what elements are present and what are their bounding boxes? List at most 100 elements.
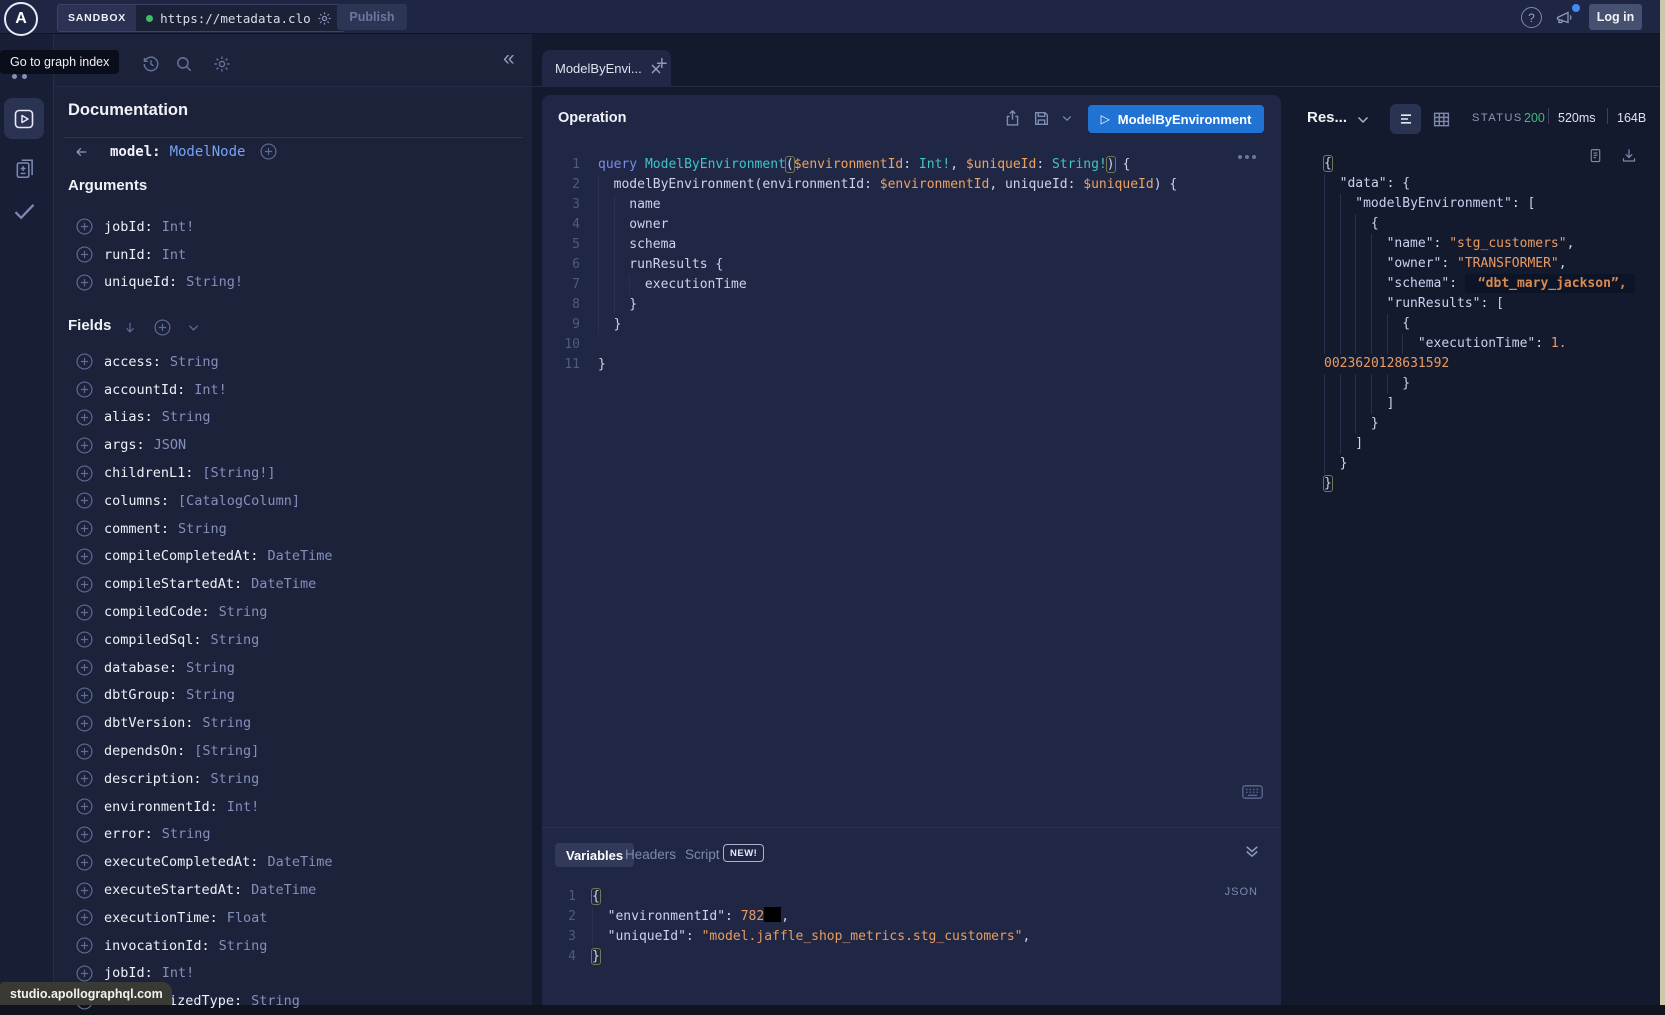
add-to-query-icon[interactable]: [76, 715, 93, 732]
back-arrow-icon[interactable]: [74, 145, 89, 159]
add-to-query-icon[interactable]: [76, 965, 93, 982]
field-type[interactable]: Int!: [194, 382, 227, 398]
keyboard-shortcuts-icon[interactable]: [1242, 785, 1263, 799]
field-type[interactable]: String!: [186, 274, 243, 290]
field-name[interactable]: uniqueId:: [104, 274, 177, 290]
field-type[interactable]: String: [219, 938, 268, 954]
field-name[interactable]: database:: [104, 660, 177, 676]
field-name[interactable]: jobId:: [104, 219, 153, 235]
field-name[interactable]: dependsOn:: [104, 743, 185, 759]
add-to-query-icon[interactable]: [76, 465, 93, 482]
field-name[interactable]: error:: [104, 826, 153, 842]
add-to-query-icon[interactable]: [76, 274, 93, 291]
field-name[interactable]: access:: [104, 354, 161, 370]
add-all-fields-icon[interactable]: [154, 319, 171, 336]
collapse-panel-icon[interactable]: «: [503, 48, 515, 69]
field-type[interactable]: String: [186, 687, 235, 703]
field-type[interactable]: Int!: [227, 799, 260, 815]
operation-editor[interactable]: 1query ModelByEnvironment($environmentId…: [542, 155, 1262, 375]
add-to-query-icon[interactable]: [76, 218, 93, 235]
field-name[interactable]: compiledSql:: [104, 632, 202, 648]
add-to-query-icon[interactable]: [76, 409, 93, 426]
endpoint-url-input[interactable]: https://metadata.cloud.get: [136, 5, 344, 31]
add-to-query-icon[interactable]: [76, 687, 93, 704]
field-name[interactable]: runId:: [104, 247, 153, 263]
response-dropdown-chevron-icon[interactable]: [1357, 116, 1369, 124]
field-name[interactable]: args:: [104, 437, 145, 453]
field-type[interactable]: String: [186, 660, 235, 676]
field-type[interactable]: JSON: [154, 437, 187, 453]
field-name[interactable]: description:: [104, 771, 202, 787]
sidebar-item-explorer[interactable]: [4, 98, 44, 139]
add-to-query-icon[interactable]: [76, 381, 93, 398]
endpoint-settings-gear-icon[interactable]: [317, 11, 332, 26]
field-name[interactable]: compiledCode:: [104, 604, 210, 620]
field-type[interactable]: Float: [227, 910, 268, 926]
field-type[interactable]: [String!]: [202, 465, 275, 481]
field-type[interactable]: DateTime: [267, 854, 332, 870]
field-type[interactable]: DateTime: [251, 882, 316, 898]
field-name[interactable]: childrenL1:: [104, 465, 193, 481]
add-to-query-icon[interactable]: [76, 520, 93, 537]
field-type[interactable]: [String]: [194, 743, 259, 759]
doc-field-type-link[interactable]: ModelNode: [170, 144, 246, 160]
field-name[interactable]: accountId:: [104, 382, 185, 398]
operation-tab[interactable]: ModelByEnvi...: [542, 50, 671, 87]
response-view-raw-icon[interactable]: [1390, 104, 1421, 134]
add-to-query-icon[interactable]: [76, 909, 93, 926]
settings-gear-icon[interactable]: [213, 55, 231, 73]
field-name[interactable]: executionTime:: [104, 910, 218, 926]
field-type[interactable]: [CatalogColumn]: [178, 493, 300, 509]
fields-dropdown-chevron-icon[interactable]: [188, 324, 199, 332]
variables-editor[interactable]: 1{2"environmentId": 782,3"uniqueId": "mo…: [542, 887, 1262, 967]
field-name[interactable]: compileStartedAt:: [104, 576, 242, 592]
field-type[interactable]: Int!: [162, 965, 195, 981]
field-type[interactable]: DateTime: [267, 548, 332, 564]
field-name[interactable]: alias:: [104, 409, 153, 425]
field-type[interactable]: String: [202, 715, 251, 731]
add-to-query-icon[interactable]: [76, 437, 93, 454]
add-to-query-icon[interactable]: [76, 826, 93, 843]
save-icon[interactable]: [1033, 110, 1050, 127]
history-icon[interactable]: [142, 55, 160, 73]
field-name[interactable]: executeCompletedAt:: [104, 854, 258, 870]
help-icon[interactable]: ?: [1521, 7, 1542, 28]
run-operation-button[interactable]: ▷ ModelByEnvironment: [1088, 105, 1264, 133]
add-to-query-icon[interactable]: [76, 743, 93, 760]
announcements-icon[interactable]: [1554, 8, 1574, 26]
response-view-table-icon[interactable]: [1432, 110, 1451, 129]
field-type[interactable]: String: [162, 409, 211, 425]
add-to-query-icon[interactable]: [76, 937, 93, 954]
field-name[interactable]: compileCompletedAt:: [104, 548, 258, 564]
field-type[interactable]: String: [211, 771, 260, 787]
field-name[interactable]: dbtGroup:: [104, 687, 177, 703]
field-type[interactable]: String: [170, 354, 219, 370]
field-type[interactable]: DateTime: [251, 576, 316, 592]
sidebar-item-schema[interactable]: [14, 157, 36, 180]
field-name[interactable]: comment:: [104, 521, 169, 537]
login-button[interactable]: Log in: [1589, 4, 1642, 30]
apollo-logo[interactable]: A: [4, 2, 38, 36]
add-to-query-icon[interactable]: [76, 659, 93, 676]
search-icon[interactable]: [175, 55, 193, 73]
field-type[interactable]: String: [178, 521, 227, 537]
add-field-icon[interactable]: [260, 143, 277, 160]
field-name[interactable]: jobId:: [104, 965, 153, 981]
graph-index-icon[interactable]: [12, 74, 17, 79]
add-to-query-icon[interactable]: [76, 492, 93, 509]
field-type[interactable]: String: [211, 632, 260, 648]
field-type[interactable]: Int!: [162, 219, 195, 235]
field-type[interactable]: String: [219, 604, 268, 620]
share-icon[interactable]: [1004, 109, 1021, 127]
sort-down-icon[interactable]: [123, 320, 137, 335]
add-to-query-icon[interactable]: [76, 604, 93, 621]
add-to-query-icon[interactable]: [76, 548, 93, 565]
field-type[interactable]: String: [162, 826, 211, 842]
endpoint-url[interactable]: https://metadata.cloud.get: [160, 11, 310, 26]
publish-button[interactable]: Publish: [337, 4, 407, 30]
field-name[interactable]: environmentId:: [104, 799, 218, 815]
add-to-query-icon[interactable]: [76, 576, 93, 593]
add-to-query-icon[interactable]: [76, 770, 93, 787]
collapse-variables-icon[interactable]: [1245, 845, 1259, 858]
add-to-query-icon[interactable]: [76, 246, 93, 263]
